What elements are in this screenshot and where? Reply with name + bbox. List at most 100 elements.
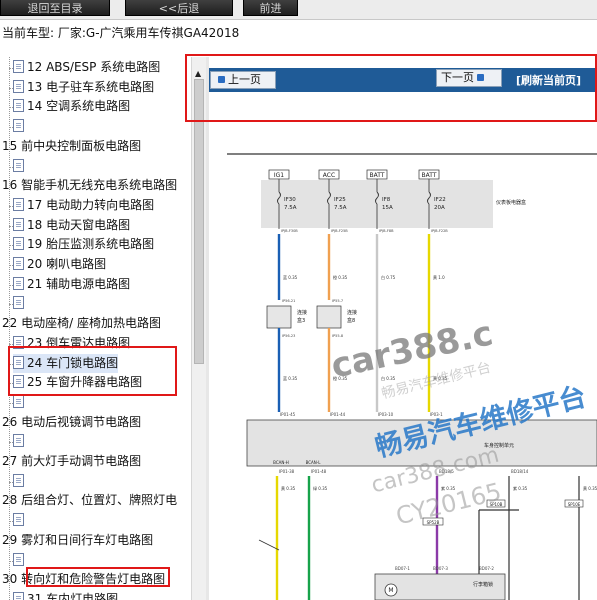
document-icon bbox=[13, 513, 24, 527]
tree-item[interactable] bbox=[9, 432, 27, 451]
tree-item-label: 22 电动座椅/ 座椅加热电路图 bbox=[2, 316, 161, 331]
tree-item-label: 19 胎压监测系统电路图 bbox=[27, 237, 155, 252]
connector-label: 盒3 bbox=[297, 317, 305, 324]
tree-item-label: 21 辅助电源电路图 bbox=[27, 276, 131, 291]
tree-item[interactable] bbox=[9, 551, 27, 570]
junction-connector bbox=[266, 305, 292, 329]
tree-item[interactable]: 20 喇叭电路图 bbox=[9, 255, 107, 274]
lower-pin-label: BD07-2 bbox=[479, 566, 494, 571]
tree-folder[interactable]: 15 前中央控制面板电路图 bbox=[2, 137, 141, 156]
wire-color-label: 橙 0.35 bbox=[333, 274, 348, 280]
splice-label: SP10E bbox=[568, 502, 581, 507]
document-icon bbox=[13, 158, 24, 172]
fuse-rating: 15A bbox=[382, 205, 393, 211]
fuse-name: IF30 bbox=[284, 197, 296, 203]
tree-item-label: 28 后组合灯、位置灯、牌照灯电 bbox=[2, 493, 178, 508]
tree-item[interactable]: 18 电动天窗电路图 bbox=[9, 216, 130, 235]
document-icon bbox=[13, 119, 24, 133]
tree-item-label: 15 前中央控制面板电路图 bbox=[2, 138, 142, 153]
tree-item[interactable] bbox=[9, 472, 27, 491]
tree-item[interactable]: 13 电子驻车系统电路图 bbox=[9, 78, 155, 97]
tree-item[interactable]: 19 胎压监测系统电路图 bbox=[9, 235, 155, 254]
wire-color-label: 蓝 0.35 bbox=[283, 274, 298, 280]
wire-color-label: 紫 0.35 bbox=[513, 485, 528, 491]
bcan-label: BCAN-H bbox=[273, 460, 289, 465]
fuse-pin-label: IPJB-F8B bbox=[379, 229, 394, 233]
tree-folder[interactable]: 29 雾灯和日间行车灯电路图 bbox=[2, 531, 153, 550]
document-icon bbox=[13, 60, 24, 73]
tree-folder[interactable]: 28 后组合灯、位置灯、牌照灯电 bbox=[2, 491, 177, 510]
fuse-pin-label: IPJB-F22B bbox=[431, 229, 448, 233]
tree-item-label: 27 前大灯手动调节电路图 bbox=[2, 454, 142, 468]
document-icon bbox=[13, 276, 24, 290]
document-icon bbox=[13, 552, 24, 566]
lower-pin-label: BD07-1 bbox=[395, 566, 410, 571]
module-pin-label: BD18/14 bbox=[511, 469, 529, 474]
document-icon bbox=[13, 394, 24, 408]
document-icon bbox=[13, 99, 24, 113]
motor-label: M bbox=[388, 587, 393, 594]
power-source-label: BATT bbox=[370, 172, 385, 179]
tree-item-label: 14 空调系统电路图 bbox=[27, 99, 131, 114]
connector-pin-label: IP55-8 bbox=[332, 334, 343, 338]
top-toolbar: 退回至目录 <<后退 前进 bbox=[0, 0, 597, 20]
tree-item-label: 26 电动后视镜调节电路图 bbox=[2, 414, 142, 429]
wire-color-label: 黄 1.0 bbox=[433, 274, 445, 280]
document-icon bbox=[13, 217, 24, 231]
highlight-box-pager bbox=[185, 54, 597, 122]
forward-button[interactable]: 前进 bbox=[243, 0, 298, 16]
tree-folder[interactable]: 26 电动后视镜调节电路图 bbox=[2, 413, 141, 432]
connector-label: 连接 bbox=[297, 309, 307, 316]
tree-item[interactable]: 12 ABS/ESP 系统电路图 bbox=[9, 58, 160, 77]
tree-folder[interactable]: 27 前大灯手动调节电路图 bbox=[2, 452, 141, 471]
tree-item[interactable] bbox=[9, 511, 27, 530]
document-icon bbox=[13, 473, 24, 487]
page-root: 退回至目录 <<后退 前进 当前车型: 厂家:G-广汽乘用车传祺GA42018 … bbox=[0, 0, 597, 600]
tree-folder[interactable]: 22 电动座椅/ 座椅加热电路图 bbox=[2, 314, 161, 333]
tree-item-label: 29 雾灯和日间行车灯电路图 bbox=[2, 532, 154, 547]
document-icon bbox=[13, 591, 24, 600]
wire-color-label: 黄 0.35 bbox=[281, 485, 296, 491]
fuse-name: IF25 bbox=[334, 197, 346, 203]
fuse-pin-label: IPJB-F25B bbox=[331, 229, 348, 233]
tree-item[interactable]: 14 空调系统电路图 bbox=[9, 97, 131, 116]
power-source-label: BATT bbox=[422, 172, 437, 179]
wire-color-label: 黄 0.35 bbox=[583, 485, 597, 491]
module-pin-label: IP01-45 bbox=[280, 412, 296, 417]
document-icon bbox=[13, 79, 24, 93]
bcan-label: BCAN-L bbox=[306, 460, 322, 465]
document-icon bbox=[13, 197, 24, 211]
module-pin-label: IP01-48 bbox=[311, 469, 327, 474]
connector-label: 连接 bbox=[347, 309, 357, 316]
lower-pin-label: BD07-3 bbox=[433, 566, 448, 571]
fuse-name: IF8 bbox=[382, 197, 391, 203]
tree-item-label: 16 智能手机无线充电系统电路图 bbox=[2, 178, 178, 193]
tree-item[interactable]: 21 辅助电源电路图 bbox=[9, 275, 131, 294]
wire-color-label: 绿 0.35 bbox=[313, 485, 328, 491]
document-icon bbox=[13, 434, 24, 448]
highlight-box-door-lock bbox=[8, 346, 177, 396]
fuse-rating: 7.5A bbox=[284, 205, 297, 211]
tree-scrollbar[interactable]: ▲ bbox=[191, 57, 206, 600]
power-source-label: ACC bbox=[323, 172, 335, 179]
tree-item[interactable]: 17 电动助力转向电路图 bbox=[9, 196, 154, 215]
module-pin-label: IP01-38 bbox=[279, 469, 295, 474]
tree-item[interactable] bbox=[9, 294, 27, 313]
catalog-tree: 12 ABS/ESP 系统电路图 13 电子驻车系统电路图 14 空调系统电路图 15… bbox=[0, 57, 191, 600]
tree-item-label: 20 喇叭电路图 bbox=[27, 257, 107, 271]
tree-item[interactable] bbox=[9, 117, 27, 136]
tree-item[interactable] bbox=[9, 157, 27, 176]
connector-pin-label: IP56-21 bbox=[282, 299, 295, 303]
trunk-lock-label: 行李箱锁 bbox=[473, 581, 493, 588]
tree-item-label: 13 电子驻车系统电路图 bbox=[27, 79, 155, 94]
fuse-rating: 20A bbox=[434, 205, 445, 211]
junction-connector bbox=[316, 305, 342, 329]
tree-item-label: 31 车内灯电路图 bbox=[27, 591, 119, 600]
document-icon bbox=[13, 237, 24, 251]
back-button[interactable]: <<后退 bbox=[125, 0, 233, 16]
back-to-catalog-button[interactable]: 退回至目录 bbox=[0, 0, 110, 16]
module-pin-label: IP01-44 bbox=[330, 412, 346, 417]
connector-pin-label: IP55-7 bbox=[332, 299, 343, 303]
tree-item[interactable]: 31 车内灯电路图 bbox=[9, 590, 119, 600]
tree-folder[interactable]: 16 智能手机无线充电系统电路图 bbox=[2, 176, 177, 195]
